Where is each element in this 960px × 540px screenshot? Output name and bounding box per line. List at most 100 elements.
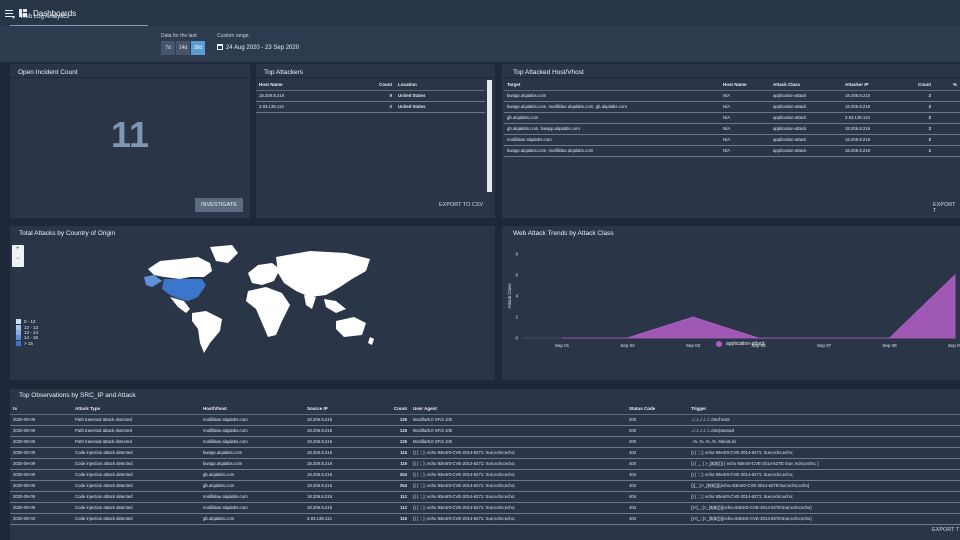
app-select[interactable]: ▾ Web Log Analytics: [10, 13, 148, 26]
country-greenland: [210, 245, 238, 263]
period-30d-button[interactable]: 30d: [191, 41, 206, 55]
legend-item: 14 - 15: [16, 335, 38, 341]
top-hosts-table: Target Host Name Attack Class Attacker I…: [504, 80, 960, 157]
x-tick-label: Sep 01: [555, 343, 570, 348]
period-14d-button[interactable]: 14d: [176, 41, 191, 55]
attack-map-panel: Total Attacks by Country of Origin + − 0…: [10, 226, 495, 380]
table-row[interactable]: 3.93.138.114 2 United States: [256, 101, 485, 113]
column-header[interactable]: Attacker IP: [842, 80, 904, 91]
panel-title: Top Attacked Host/Vhost: [513, 69, 584, 76]
column-header[interactable]: Attack Class: [770, 80, 842, 91]
incident-count: 11: [110, 114, 150, 155]
y-tick-label: 2: [515, 315, 518, 320]
table-row[interactable]: mutillidae.alqalabs.com N/A application-at…: [504, 134, 960, 146]
legend-item: > 15: [16, 340, 38, 346]
y-tick-label: 8: [515, 252, 518, 257]
legend-item: 13 - 14: [16, 329, 38, 335]
column-header[interactable]: Trigger: [688, 404, 960, 415]
table-row[interactable]: bwapp.alqalabs.com, mutillidae.alqalabs.…: [504, 101, 960, 113]
period-selector: 7d 14d 30d: [161, 41, 206, 55]
country-alaska: [144, 275, 162, 287]
custom-range-label: Custom range:: [217, 33, 250, 39]
top-attackers-table: Host Name Count Location 18.206.8.216 9 …: [256, 80, 485, 113]
scrollbar[interactable]: [487, 80, 492, 192]
y-tick-label: 6: [515, 273, 518, 278]
table-row[interactable]: 2020-09-09 Code injection attack detected…: [10, 469, 960, 481]
column-header[interactable]: %: [934, 80, 960, 91]
legend-swatch: [16, 335, 21, 341]
panel-title: Web Attack Trends by Attack Class: [513, 230, 614, 237]
top-attackers-panel: Top Attackers Host Name Count Location 1…: [256, 64, 495, 218]
table-row[interactable]: gb.alqalabs.com, bwapp.alqalabs.com N/A ap…: [504, 123, 960, 135]
filter-bar: [0, 26, 960, 62]
column-header[interactable]: Location: [395, 80, 485, 91]
table-row[interactable]: 2020-09-03 Code injection attack detected…: [10, 513, 960, 525]
export-csv-link[interactable]: EXPORT TO CSV: [439, 202, 483, 208]
panel-title: Open Incident Count: [18, 69, 78, 76]
export-csv-link[interactable]: EXPORT T: [933, 202, 960, 214]
zoom-in-button[interactable]: +: [16, 246, 20, 252]
date-range-picker[interactable]: 24 Aug 2020 - 23 Sep 2020: [217, 44, 299, 51]
column-header[interactable]: Status Code: [626, 404, 688, 415]
period-7d-button[interactable]: 7d: [161, 41, 176, 55]
observations-panel: Top Observations by SRC_IP and Attack ts…: [10, 389, 960, 540]
y-tick-label: 4: [515, 294, 518, 299]
series-area-0: [562, 274, 956, 339]
world-map[interactable]: [140, 243, 380, 353]
column-header[interactable]: Target: [504, 80, 720, 91]
column-header[interactable]: Host Name: [720, 80, 770, 91]
column-header[interactable]: User Agent: [410, 404, 626, 415]
table-row[interactable]: bwapp.alqalabs.com N/A application-attack 1…: [504, 90, 960, 102]
attack-trends-panel: Web Attack Trends by Attack Class 0 2 4 6 8 S…: [502, 226, 960, 380]
export-csv-link[interactable]: EXPORT T: [932, 527, 959, 533]
legend-swatch: [16, 340, 21, 346]
column-header[interactable]: Count: [388, 404, 410, 415]
map-legend: 0 - 12 12 - 13 13 - 14 14 - 15 > 15: [16, 319, 38, 346]
x-tick-label: Sep 07: [817, 343, 832, 348]
table-row[interactable]: 2020-09-09 Code injection attack detected…: [10, 480, 960, 492]
y-axis-label: Attack Class: [507, 283, 512, 309]
legend-item: 0 - 12: [16, 319, 38, 325]
zoom-out-button[interactable]: −: [16, 256, 20, 262]
country-africa: [246, 287, 290, 337]
incident-count-panel: Open Incident Count 11 INVESTIGATE: [10, 64, 250, 218]
legend-swatch: [16, 329, 21, 335]
table-row[interactable]: 2020-09-09 Path traversal attack detected…: [10, 436, 960, 448]
column-header[interactable]: Attack Type: [72, 404, 200, 415]
investigate-button[interactable]: INVESTIGATE: [195, 198, 243, 212]
legend-item: 12 - 13: [16, 324, 38, 330]
column-header[interactable]: Source IP: [304, 404, 388, 415]
x-tick-label: Sep 02: [620, 343, 635, 348]
column-header[interactable]: Count: [376, 80, 395, 91]
y-tick-label: 0: [515, 336, 518, 341]
attack-trends-chart: 02468Sep 01 Sep 02 Sep 03 Sep 06 Sep 07 Sep 0…: [507, 252, 960, 349]
country-se-asia: [324, 299, 346, 313]
calendar-icon: [217, 44, 223, 50]
table-row[interactable]: 2020-09-09 Code injection attack detected…: [10, 447, 960, 459]
x-tick-label: Sep 03: [686, 343, 701, 348]
country-australia: [336, 317, 366, 337]
top-hosts-panel: Top Attacked Host/Vhost Target Host Name…: [502, 64, 960, 218]
country-nz: [368, 337, 374, 345]
x-tick-label: Sep 09: [948, 343, 960, 348]
table-row[interactable]: 2020-09-09 Code injection attack detected…: [10, 502, 960, 514]
table-row[interactable]: bwapp.alqalabs.com, mutillidae.alqalabs.…: [504, 145, 960, 157]
column-header[interactable]: Host Name: [256, 80, 376, 91]
table-row[interactable]: 2020-09-09 Path traversal attack detected…: [10, 425, 960, 437]
table-row[interactable]: gb.alqalabs.com N/A application-attack 3.93…: [504, 112, 960, 124]
table-row[interactable]: 2020-09-09 Code injection attack detected…: [10, 458, 960, 470]
country-canada: [148, 257, 212, 279]
column-header[interactable]: ts: [10, 404, 72, 415]
table-row[interactable]: 2020-09-09 Code injection attack detected…: [10, 491, 960, 503]
column-header[interactable]: Count: [904, 80, 934, 91]
table-row[interactable]: 18.206.8.216 9 United States: [256, 90, 485, 102]
caret-down-icon: ▾: [12, 15, 16, 21]
legend-swatch: [716, 341, 722, 347]
column-header[interactable]: Host/Vhost: [200, 404, 304, 415]
panel-title: Top Attackers: [264, 69, 304, 76]
table-row[interactable]: 2020-09-09 Path traversal attack detected…: [10, 414, 960, 426]
country-usa: [162, 279, 206, 301]
country-russia-asia: [276, 251, 370, 297]
country-europe: [248, 263, 280, 285]
chart-legend[interactable]: application-attack: [716, 341, 765, 347]
